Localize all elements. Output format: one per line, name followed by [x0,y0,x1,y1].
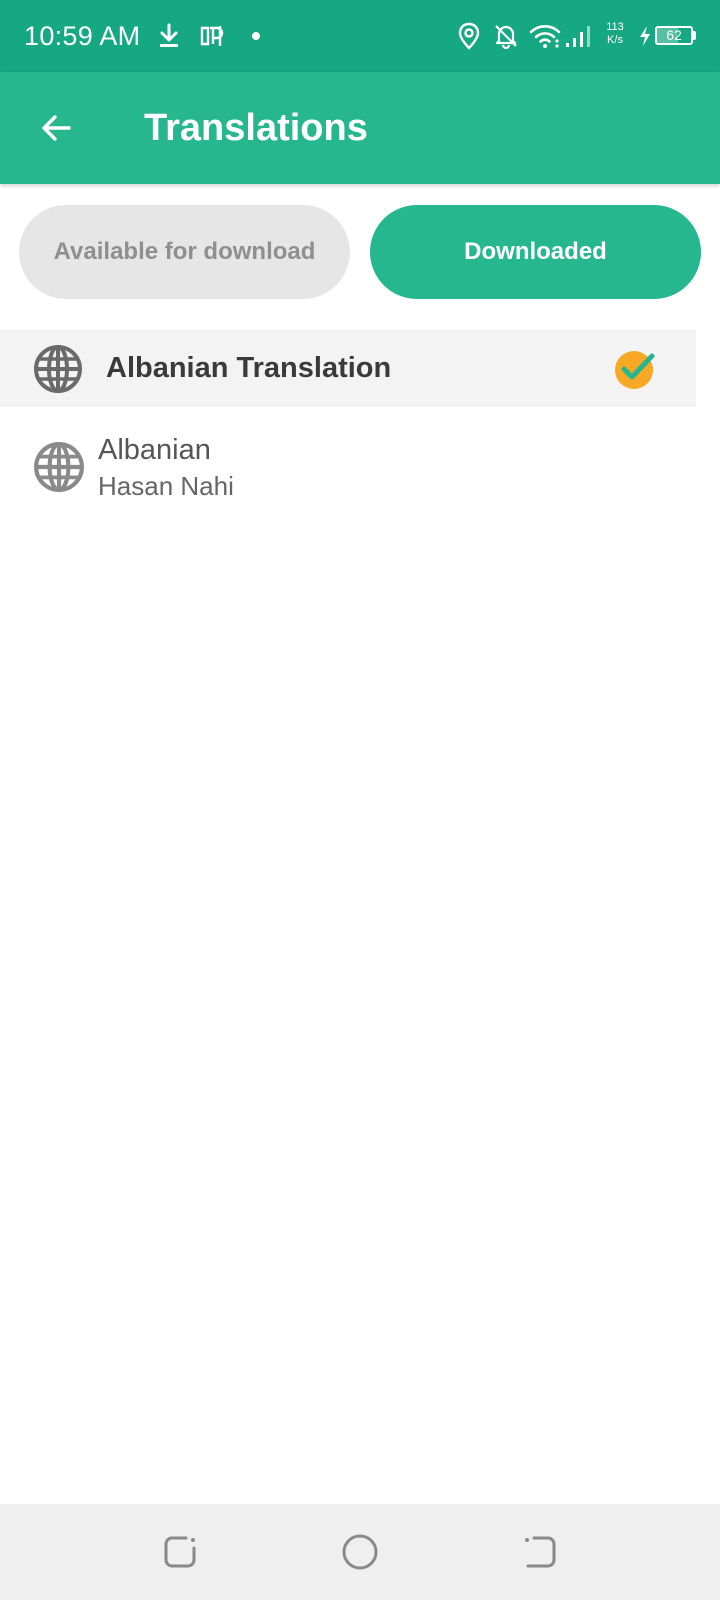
globe-icon [32,343,84,395]
back-button[interactable] [24,96,88,160]
recent-apps-button[interactable] [158,1530,202,1574]
bell-off-icon [492,0,520,72]
net-speed: 113 K/s [602,21,628,47]
home-icon [342,1534,378,1570]
status-time: 10:59 AM [24,21,141,51]
navigation-bar [0,1504,720,1600]
arrow-left-icon [42,115,71,141]
download-icon [156,0,182,72]
item-subtitle: Hasan Nahi [98,471,234,501]
net-speed-unit: K/s [607,34,623,46]
app-bar: Translations [0,72,720,184]
battery-level: 62 [666,27,682,43]
tab-available-for-download[interactable]: Available for download [19,205,350,299]
check-badge-icon[interactable] [614,348,656,390]
location-icon [456,0,482,72]
battery-icon: 62 [655,26,693,45]
signal-icon [564,0,592,72]
tab-downloaded[interactable]: Downloaded [370,205,701,299]
status-bar: 10:59 AM 113 K/s 62 [0,0,720,72]
back-nav-icon [525,1536,556,1568]
list-item-translation[interactable]: Albanian Hasan Nahi [0,420,720,516]
recent-apps-icon [164,1536,196,1568]
parking-icon [198,0,226,72]
back-nav-button[interactable] [518,1530,562,1574]
wifi-icon [528,0,562,72]
charging-icon [636,0,654,72]
battery-cap [693,31,696,40]
notification-dot-icon [248,0,264,72]
page-title: Translations [144,107,368,149]
home-button[interactable] [338,1530,382,1574]
translation-group-header: Albanian Translation [0,330,696,407]
globe-icon [32,440,86,494]
net-speed-value: 113 [606,21,624,33]
group-title: Albanian Translation [106,352,392,384]
item-title: Albanian [98,434,211,466]
